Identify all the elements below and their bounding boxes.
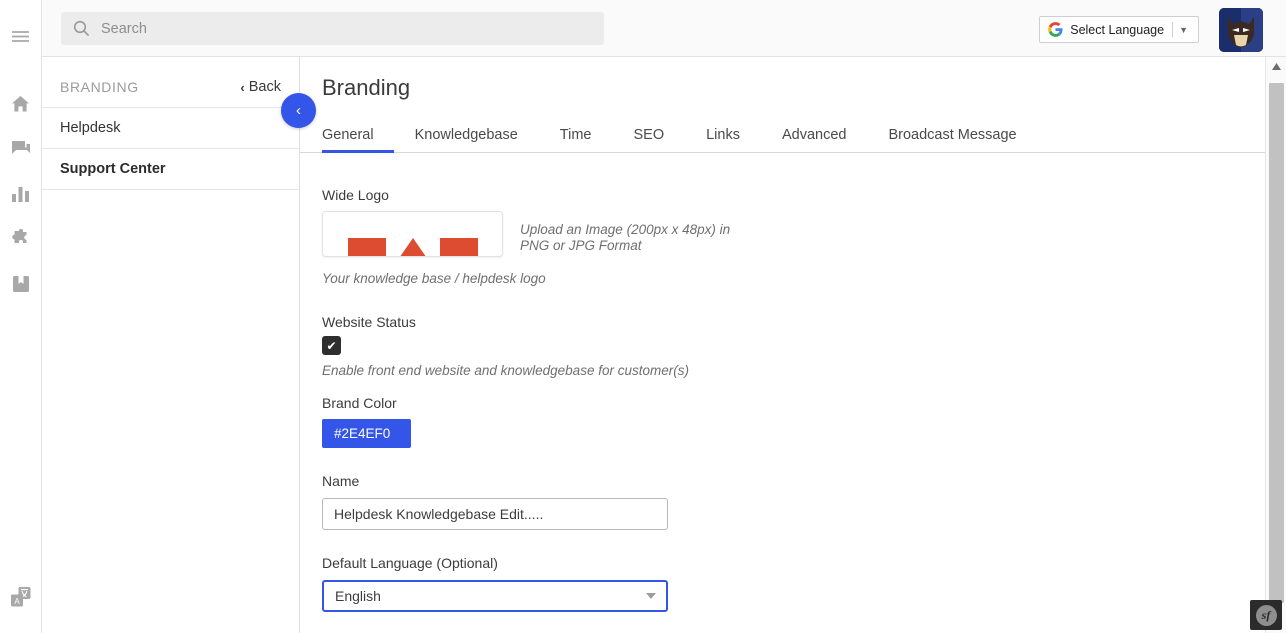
default-language-label: Default Language (Optional) — [322, 555, 498, 571]
chat-icon[interactable] — [0, 126, 42, 171]
tab-knowledgebase[interactable]: Knowledgebase — [394, 127, 539, 152]
svg-text:A: A — [14, 597, 20, 606]
branding-sidebar: BRANDING ‹ Back Helpdesk Support Center — [42, 57, 300, 633]
sidebar-item-support-center[interactable]: Support Center — [42, 149, 299, 190]
wide-logo-upload-hint: Upload an Image (200px x 48px) in PNG or… — [520, 222, 731, 254]
menu-icon[interactable] — [0, 14, 42, 59]
website-status-checkbox[interactable]: ✔ — [322, 336, 341, 355]
app-root: A Search Select Language ▼ BRANDING ‹ Ba… — [0, 0, 1286, 633]
collapse-sidebar-button[interactable]: ‹ — [281, 93, 316, 128]
symfony-logo-icon: sf — [1255, 604, 1277, 626]
main-content: Branding General Knowledgebase Time SEO … — [300, 57, 1265, 633]
brand-color-input[interactable]: #2E4EF0 — [322, 419, 411, 448]
scrollbar-thumb[interactable] — [1269, 83, 1284, 603]
translate-icon[interactable]: A — [0, 574, 42, 619]
branding-sidebar-list: Helpdesk Support Center — [42, 107, 299, 190]
tab-bar: General Knowledgebase Time SEO Links Adv… — [300, 120, 1265, 153]
avatar[interactable] — [1219, 8, 1263, 52]
back-button[interactable]: ‹ Back — [240, 79, 281, 95]
page-title: Branding — [322, 75, 411, 100]
default-language-select[interactable]: English — [322, 580, 668, 612]
top-bar: Search Select Language ▼ — [42, 0, 1286, 57]
brand-color-label: Brand Color — [322, 395, 397, 411]
wide-logo-row: Upload an Image (200px x 48px) in PNG or… — [322, 211, 1265, 257]
icon-rail: A — [0, 0, 42, 633]
tab-general[interactable]: General — [322, 127, 394, 153]
chevron-down-icon — [646, 593, 656, 599]
search-placeholder: Search — [101, 20, 147, 37]
logo-image — [348, 238, 478, 256]
tab-advanced[interactable]: Advanced — [761, 127, 868, 152]
symfony-profiler-badge[interactable]: sf — [1250, 600, 1282, 630]
back-label: Back — [248, 79, 281, 95]
tab-broadcast-message[interactable]: Broadcast Message — [867, 127, 1037, 152]
website-status-hint: Enable front end website and knowledgeba… — [322, 363, 689, 378]
search-icon — [73, 20, 90, 37]
scroll-up-arrow-icon[interactable] — [1266, 57, 1286, 76]
tab-links[interactable]: Links — [685, 127, 761, 152]
branding-sidebar-header: BRANDING ‹ Back — [42, 57, 299, 107]
knowledgebase-icon[interactable] — [0, 261, 42, 306]
chevron-left-icon: ‹ — [240, 79, 245, 95]
sidebar-item-helpdesk[interactable]: Helpdesk — [42, 108, 299, 149]
wide-logo-sub-hint: Your knowledge base / helpdesk logo — [322, 271, 546, 286]
website-status-label: Website Status — [322, 314, 416, 330]
chevron-down-icon[interactable]: ▼ — [1173, 25, 1194, 35]
wide-logo-preview[interactable] — [322, 211, 503, 257]
reports-icon[interactable] — [0, 171, 42, 216]
branding-form: Wide Logo Upload an Image (200px x 48px)… — [300, 187, 1265, 633]
google-icon — [1048, 22, 1063, 37]
apps-icon[interactable] — [0, 216, 42, 261]
vertical-scrollbar[interactable] — [1265, 57, 1286, 633]
search-input[interactable]: Search — [61, 12, 604, 45]
tab-seo[interactable]: SEO — [612, 127, 685, 152]
language-selector[interactable]: Select Language ▼ — [1039, 16, 1199, 43]
default-language-value: English — [335, 588, 381, 604]
wide-logo-label: Wide Logo — [322, 187, 389, 203]
branding-sidebar-title: BRANDING — [60, 79, 139, 95]
language-label: Select Language — [1070, 22, 1165, 37]
tab-time[interactable]: Time — [539, 127, 613, 152]
name-input[interactable]: Helpdesk Knowledgebase Edit..... — [322, 498, 668, 530]
home-icon[interactable] — [0, 81, 42, 126]
name-label: Name — [322, 473, 360, 489]
